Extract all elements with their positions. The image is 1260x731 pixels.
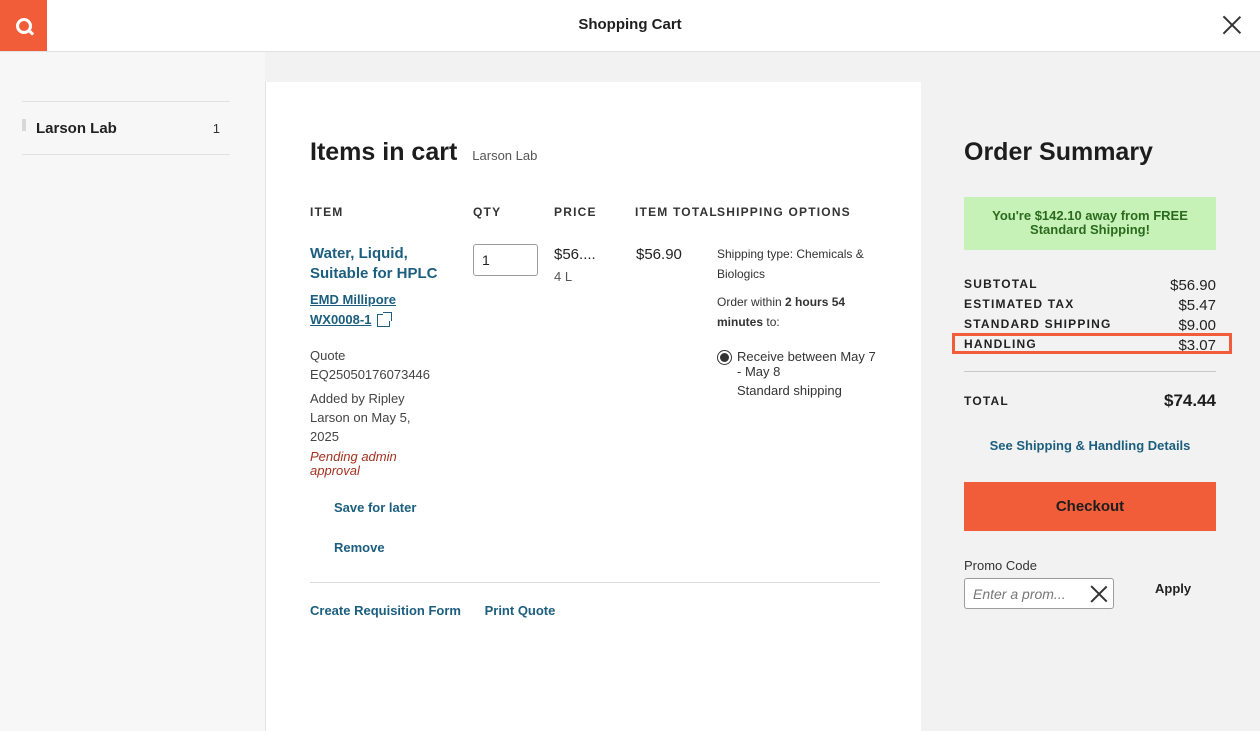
cart-subtitle: Larson Lab (472, 148, 538, 163)
summary-label: STANDARD SHIPPING (964, 317, 1112, 331)
free-shipping-banner: You're $142.10 away from FREE Standard S… (964, 197, 1216, 250)
sidebar-item-label: Larson Lab (36, 119, 117, 137)
approval-status: Pending admin approval (310, 449, 397, 478)
handling-highlight-box (952, 333, 1232, 354)
unit-price: $56.... (554, 246, 596, 263)
quote-number: EQ25050176073446 (310, 367, 431, 382)
sku-link[interactable]: WX0008-1 (310, 310, 393, 330)
summary-value: $5.47 (1178, 297, 1216, 314)
top-bar: Shopping Cart (0, 0, 1260, 52)
column-header-item-total: ITEM TOTAL (635, 205, 718, 219)
summary-value: $56.90 (1170, 277, 1216, 294)
cart-title: Items in cart (310, 138, 458, 166)
summary-row-estimated-tax: ESTIMATED TAX $5.47 (964, 297, 1216, 314)
order-within-text: Order within 2 hours 54 minutes to: (717, 292, 882, 332)
order-summary-title: Order Summary (964, 138, 1153, 166)
summary-value: $9.00 (1178, 317, 1216, 334)
sidebar: Larson Lab 1 (0, 52, 265, 731)
order-summary-panel: Order Summary You're $142.10 away from F… (921, 82, 1260, 675)
order-within-suffix: to: (766, 315, 780, 329)
page-title: Shopping Cart (578, 16, 682, 33)
shipping-options: Shipping type: Chemicals & Biologics Ord… (717, 244, 882, 332)
total-value: $74.44 (1164, 391, 1216, 410)
shipping-handling-details-link[interactable]: See Shipping & Handling Details (964, 438, 1216, 453)
total-label: TOTAL (964, 394, 1009, 408)
create-requisition-form-link[interactable]: Create Requisition Form (310, 603, 461, 618)
cart-divider (310, 582, 880, 583)
shipping-type: Shipping type: Chemicals & Biologics (717, 247, 864, 281)
checkout-button[interactable]: Checkout (964, 482, 1216, 531)
sidebar-item-count: 1 (212, 120, 220, 136)
quantity-input[interactable] (473, 244, 538, 276)
sku-text: WX0008-1 (310, 312, 372, 327)
close-icon[interactable] (1222, 15, 1242, 35)
order-within-prefix: Order within (717, 295, 782, 309)
column-header-price: PRICE (554, 205, 597, 219)
column-header-item: ITEM (310, 205, 344, 219)
quote-label: Quote (310, 348, 346, 363)
added-by-text: Added by Ripley Larson on May 5, 2025 (310, 391, 411, 444)
product-name-link[interactable]: Water, Liquid, Suitable for HPLC (310, 244, 460, 284)
cart-panel: Items in cart Larson Lab ITEM QTY PRICE … (265, 82, 921, 731)
summary-divider (964, 371, 1216, 372)
external-link-icon (377, 311, 393, 327)
summary-label: SUBTOTAL (964, 277, 1038, 291)
column-header-shipping-options: SHIPPING OPTIONS (717, 205, 851, 219)
delivery-window: Receive between May 7 - May 8 (737, 349, 876, 379)
summary-label: ESTIMATED TAX (964, 297, 1075, 311)
delivery-option[interactable]: Receive between May 7 - May 8 Standard s… (717, 349, 882, 398)
brand-link[interactable]: EMD Millipore (310, 290, 396, 310)
sidebar-item-larson-lab[interactable]: Larson Lab 1 (22, 101, 230, 155)
print-quote-link[interactable]: Print Quote (485, 603, 556, 618)
apply-button[interactable]: Apply (1155, 581, 1191, 596)
remove-link[interactable]: Remove (334, 540, 385, 555)
cart-footer-links: Create Requisition Form Print Quote (310, 603, 575, 618)
delivery-method: Standard shipping (737, 383, 842, 398)
sidebar-item-marker (22, 119, 26, 131)
save-for-later-link[interactable]: Save for later (334, 500, 416, 515)
unit-size: 4 L (554, 269, 573, 284)
column-header-qty: QTY (473, 205, 502, 219)
summary-row-subtotal: SUBTOTAL $56.90 (964, 277, 1216, 294)
delivery-radio[interactable] (717, 350, 732, 365)
cart-header: Items in cart Larson Lab (310, 138, 537, 167)
summary-total-row: TOTAL $74.44 (964, 391, 1216, 411)
promo-code-label: Promo Code (964, 558, 1037, 573)
summary-row-standard-shipping: STANDARD SHIPPING $9.00 (964, 317, 1216, 334)
delivery-option-text: Receive between May 7 - May 8 Standard s… (737, 349, 882, 398)
item-total: $56.90 (636, 246, 682, 263)
clear-icon[interactable] (1089, 584, 1109, 604)
